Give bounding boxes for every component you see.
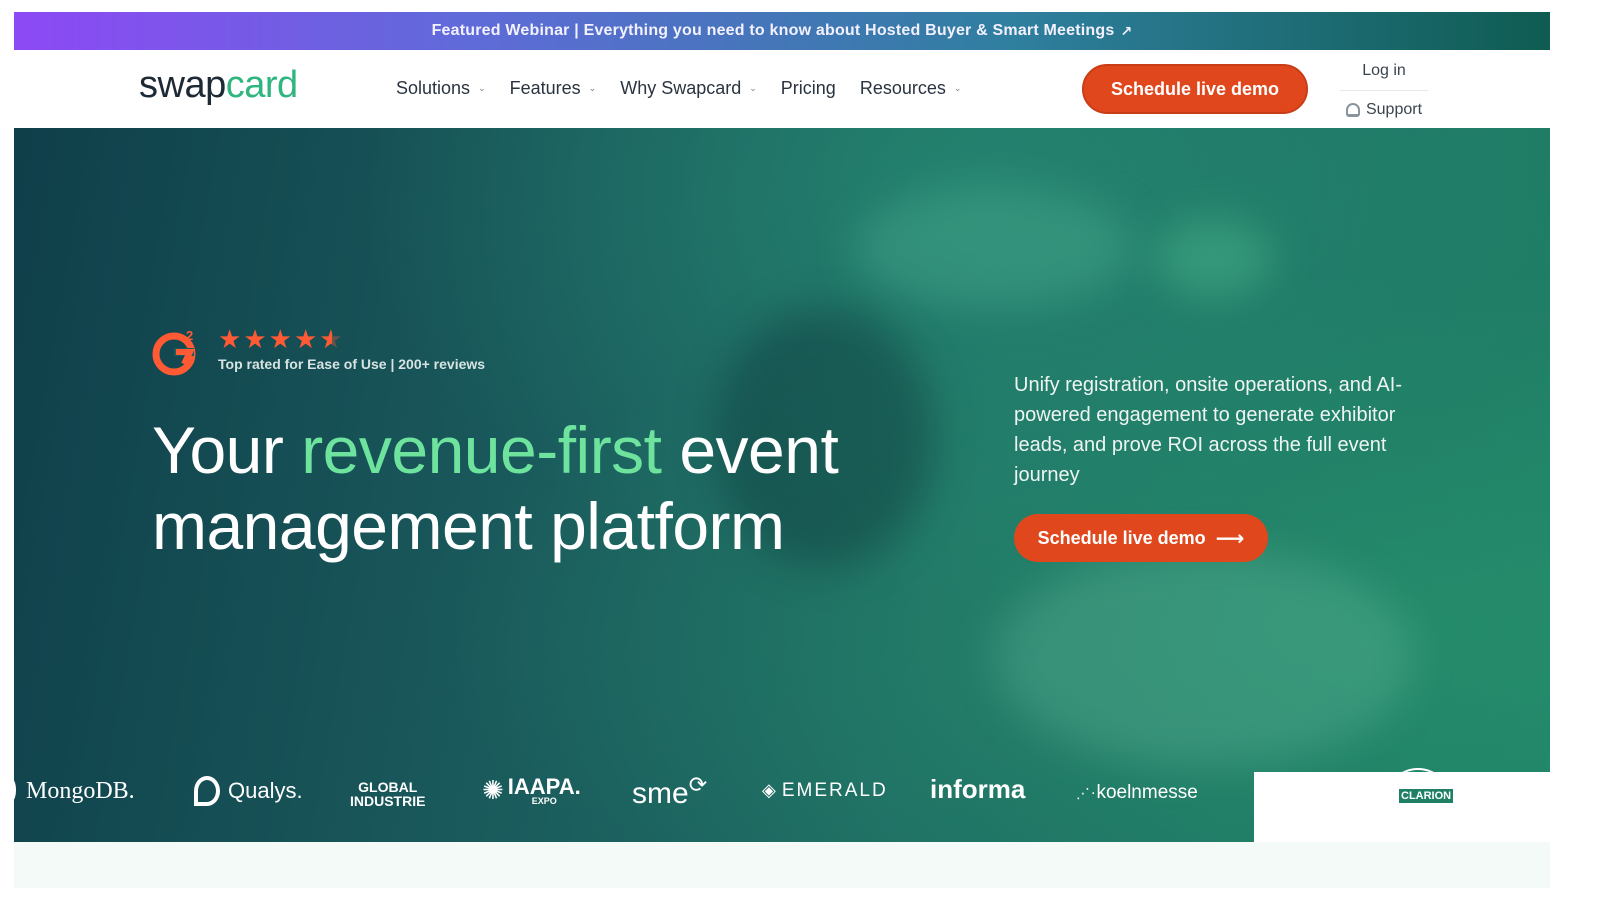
global-line1: GLOBAL <box>358 779 418 795</box>
logo-part-card: card <box>225 64 298 106</box>
star-icon: ★ <box>218 324 242 354</box>
hero-headline: Your revenue-first event management plat… <box>152 412 839 564</box>
arrow-right-icon: ⟶ <box>1215 527 1245 550</box>
koelnmesse-logo: ⋰⋅koelnmesse <box>1076 782 1198 804</box>
informa-logo: informa <box>930 774 1026 804</box>
headline-part2: event <box>661 413 839 487</box>
iaapa-expo-logo: ✺ IAAPA. EXPO <box>482 774 581 806</box>
headset-icon <box>1345 103 1360 117</box>
sme-logo: sme⟳ <box>632 772 707 811</box>
qualys-logo: Qualys. <box>194 776 303 806</box>
menu-features[interactable]: Features ⌄ <box>510 78 597 99</box>
emerald-text: EMERALD <box>781 780 888 801</box>
headline-accent: revenue-first <box>301 413 662 487</box>
account-links: Log in Support <box>1340 58 1428 119</box>
next-section-strip <box>14 842 1550 888</box>
menu-pricing-label: Pricing <box>780 78 836 98</box>
rating-stars: ★ ★ ★ ★ ★ <box>218 326 343 352</box>
starburst-icon: ✺ <box>482 774 504 805</box>
login-link[interactable]: Log in <box>1340 58 1428 91</box>
chevron-down-icon: ⌄ <box>749 83 757 93</box>
main-menu: Solutions ⌄ Features ⌄ Why Swapcard ⌄ Pr… <box>396 78 985 99</box>
leaf-icon <box>14 779 16 801</box>
menu-solutions[interactable]: Solutions ⌄ <box>396 78 486 99</box>
menu-why-swapcard[interactable]: Why Swapcard ⌄ <box>620 78 757 99</box>
headline-line2: management platform <box>152 489 785 563</box>
hero-schedule-demo-button[interactable]: Schedule live demo ⟶ <box>1014 514 1268 562</box>
webinar-banner[interactable]: Featured Webinar | Everything you need t… <box>14 12 1550 50</box>
emerald-diamond-icon: ◈ <box>762 780 778 800</box>
background-light <box>994 548 1414 768</box>
support-link[interactable]: Support <box>1340 91 1428 119</box>
chevron-down-icon: ⌄ <box>953 83 962 93</box>
background-light <box>1154 218 1274 298</box>
menu-solutions-label: Solutions <box>396 78 471 98</box>
qualys-mark-icon <box>194 776 220 806</box>
background-light <box>854 188 1134 308</box>
menu-resources-label: Resources <box>859 78 946 98</box>
g2-logo-icon: 2 <box>152 328 196 376</box>
banner-text: Featured Webinar | Everything you need t… <box>431 22 1115 39</box>
mongodb-logo-text: MongoDB. <box>26 778 135 804</box>
external-arrow-icon: ↗ <box>1120 22 1133 39</box>
emerald-logo: ◈ EMERALD <box>762 780 888 802</box>
schedule-demo-button[interactable]: Schedule live demo <box>1082 64 1308 114</box>
star-icon: ★ <box>293 324 318 354</box>
star-icon: ★ <box>268 324 292 354</box>
spiral-logo-icon <box>1510 774 1544 808</box>
hero-cta-label: Schedule live demo <box>1037 527 1206 548</box>
hero-subtext: Unify registration, onsite operations, a… <box>1014 374 1402 486</box>
top-navbar: swap card Solutions ⌄ Features ⌄ Why Swap… <box>14 50 1550 128</box>
page-frame: Featured Webinar | Everything you need t… <box>14 12 1550 888</box>
menu-why-swapcard-label: Why Swapcard <box>620 78 742 98</box>
swoosh-icon: ⟳ <box>688 772 708 797</box>
hero-section: 2 ★ ★ ★ ★ ★ Top rated for Ease of Use | … <box>14 128 1550 842</box>
chevron-down-icon: ⌄ <box>588 83 597 93</box>
star-icon: ★ <box>243 324 267 354</box>
koelnmesse-text: koelnmesse <box>1096 782 1198 803</box>
clarion-text: CLARION <box>1398 788 1455 804</box>
dots-arc-icon: ⋰⋅ <box>1076 785 1097 801</box>
menu-resources[interactable]: Resources ⌄ <box>860 78 962 99</box>
client-logos-row: MongoDB. Qualys. GLOBAL INDUSTRIE ✺ IAAPA.… <box>14 760 1550 842</box>
swapcard-logo[interactable]: swap card <box>139 66 298 104</box>
half-star-icon: ★ <box>319 324 343 354</box>
headline-part1: Your <box>152 413 302 487</box>
menu-pricing[interactable]: Pricing <box>781 78 836 99</box>
svg-text:2: 2 <box>186 328 193 343</box>
sme-text: sme <box>632 777 689 810</box>
qualys-logo-text: Qualys. <box>228 778 303 803</box>
global-line2: INDUSTRIE <box>350 793 426 809</box>
global-industrie-logo: GLOBAL INDUSTRIE <box>350 780 425 808</box>
chevron-down-icon: ⌄ <box>478 83 486 93</box>
logo-part-swap: swap <box>139 64 226 106</box>
mongodb-logo: MongoDB. <box>14 778 135 805</box>
rating-text: Top rated for Ease of Use | 200+ reviews <box>218 356 486 372</box>
menu-features-label: Features <box>509 78 581 98</box>
support-label: Support <box>1365 101 1423 118</box>
